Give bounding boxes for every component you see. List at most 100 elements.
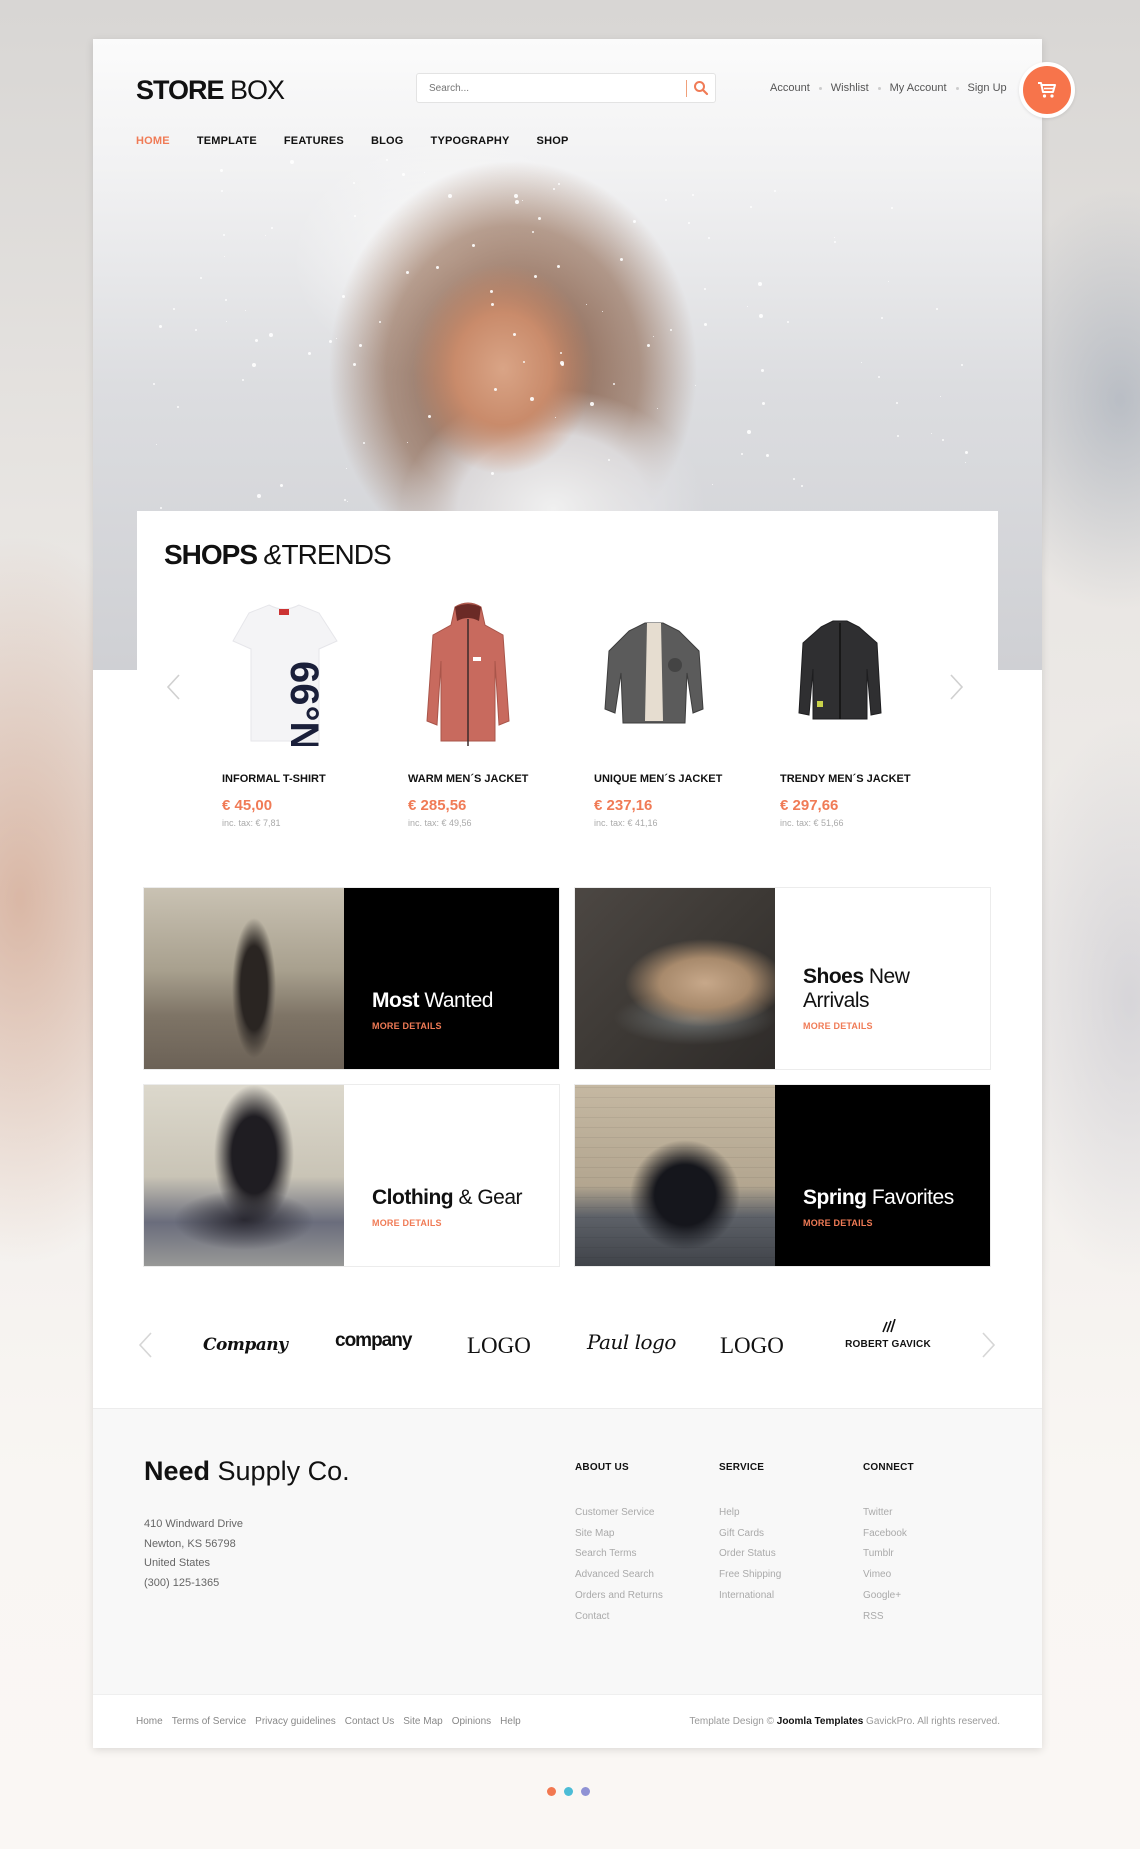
snowflake [861, 362, 862, 363]
more-details-link[interactable]: MORE DETAILS [803, 1021, 873, 1031]
snowflake [942, 439, 944, 441]
promo-shoes-new-arrivals[interactable]: Shoes New Arrivals MORE DETAILS [574, 887, 991, 1070]
snowflake [173, 308, 175, 310]
bottom-link-sitemap[interactable]: Site Map [403, 1716, 442, 1727]
brand-logo[interactable]: LOGO [467, 1333, 531, 1359]
promo-spring-favorites[interactable]: Spring Favorites MORE DETAILS [574, 1084, 991, 1267]
footer-link-tumblr[interactable]: Tumblr [863, 1544, 914, 1565]
carousel-prev-arrow-icon[interactable] [165, 673, 181, 701]
snowflake [329, 340, 332, 343]
product-image-grey-jacket[interactable] [589, 601, 719, 746]
product-image-tshirt[interactable]: 66°N [219, 601, 349, 746]
product-name[interactable]: UNIQUE MEN´S JACKET [594, 773, 722, 785]
bottom-link-contact[interactable]: Contact Us [345, 1716, 394, 1727]
snowflake [608, 459, 610, 461]
bottom-link-opinions[interactable]: Opinions [452, 1716, 491, 1727]
cart-button[interactable] [1019, 62, 1075, 118]
snowflake [280, 484, 283, 487]
snowflake [762, 402, 765, 405]
nav-template[interactable]: TEMPLATE [197, 135, 257, 147]
brand-logo[interactable]: Company [203, 1335, 288, 1355]
shops-trends-section: SHOPS &TRENDS 66°N INFORMAL T-SHIRT € 45… [137, 511, 998, 871]
logos-next-arrow-icon[interactable] [981, 1331, 997, 1359]
footer-link[interactable]: Search Terms [575, 1544, 663, 1565]
snowflake [252, 363, 256, 367]
footer-link[interactable]: Help [719, 1503, 781, 1524]
footer-link[interactable]: Free Shipping [719, 1565, 781, 1586]
footer-link[interactable]: Gift Cards [719, 1524, 781, 1545]
more-details-link[interactable]: MORE DETAILS [372, 1021, 442, 1031]
footer-link-google-plus[interactable]: Google+ [863, 1586, 914, 1607]
snowflake [530, 397, 534, 401]
snowflake [759, 314, 763, 318]
snowflake [555, 417, 556, 418]
carousel-next-arrow-icon[interactable] [949, 673, 965, 701]
snowflake [695, 385, 696, 386]
bottom-link-privacy[interactable]: Privacy guidelines [255, 1716, 336, 1727]
nav-home[interactable]: HOME [136, 135, 170, 147]
footer-column-service: SERVICE Help Gift Cards Order Status Fre… [719, 1462, 781, 1607]
promo-photo-man-sitting [575, 1085, 775, 1266]
snowflake [153, 383, 155, 385]
main-nav: HOME TEMPLATE FEATURES BLOG TYPOGRAPHY S… [136, 135, 596, 147]
footer-link[interactable]: Orders and Returns [575, 1586, 663, 1607]
brand-logo[interactable]: LOGO [720, 1333, 784, 1359]
footer-link[interactable]: Customer Service [575, 1503, 663, 1524]
column-title: SERVICE [719, 1462, 765, 1473]
snowflake [532, 231, 534, 233]
link-my-account[interactable]: My Account [890, 82, 947, 94]
pagination-dot[interactable] [547, 1787, 556, 1796]
bottom-link-help[interactable]: Help [500, 1716, 521, 1727]
footer-link[interactable]: Order Status [719, 1544, 781, 1565]
snowflake [586, 304, 587, 305]
product-name[interactable]: TRENDY MEN´S JACKET [780, 773, 911, 785]
footer-link[interactable]: Advanced Search [575, 1565, 663, 1586]
product-image-red-jacket[interactable] [403, 601, 533, 746]
link-account[interactable]: Account [770, 82, 810, 94]
nav-shop[interactable]: SHOP [537, 135, 569, 147]
brand-logo[interactable]: company [335, 1330, 412, 1352]
footer-link-rss[interactable]: RSS [863, 1607, 914, 1628]
snowflake [265, 235, 266, 236]
search-icon[interactable] [693, 80, 709, 96]
site-logo[interactable]: STORE BOX [136, 75, 285, 106]
snowflake [750, 206, 752, 208]
snowflake [834, 237, 835, 238]
snowflake [290, 160, 294, 164]
pagination-dot[interactable] [581, 1787, 590, 1796]
joomla-templates-link[interactable]: Joomla Templates [777, 1716, 864, 1727]
promo-clothing-gear[interactable]: Clothing & Gear MORE DETAILS [143, 1084, 560, 1267]
footer-link[interactable]: Contact [575, 1607, 663, 1628]
snowflake [553, 188, 555, 190]
snowflake [891, 207, 893, 209]
product-name[interactable]: INFORMAL T-SHIRT [222, 773, 326, 785]
bottom-link-terms[interactable]: Terms of Service [172, 1716, 246, 1727]
footer-link-facebook[interactable]: Facebook [863, 1524, 914, 1545]
snowflake [359, 344, 362, 347]
nav-blog[interactable]: BLOG [371, 135, 404, 147]
product-name[interactable]: WARM MEN´S JACKET [408, 773, 528, 785]
pagination-dot[interactable] [564, 1787, 573, 1796]
copyright-text: Template Design © Joomla Templates Gavic… [689, 1716, 1000, 1727]
nav-features[interactable]: FEATURES [284, 135, 344, 147]
search-input[interactable] [417, 74, 677, 102]
footer-company-name: Need Supply Co. [144, 1456, 350, 1486]
brand-logo-robert-gavick[interactable]: ROBERT GAVICK [843, 1319, 933, 1352]
footer-link[interactable]: Site Map [575, 1524, 663, 1545]
link-sign-up[interactable]: Sign Up [968, 82, 1007, 94]
more-details-link[interactable]: MORE DETAILS [372, 1218, 442, 1228]
logos-prev-arrow-icon[interactable] [137, 1331, 153, 1359]
footer-link[interactable]: International [719, 1586, 781, 1607]
snowflake [787, 321, 789, 323]
nav-typography[interactable]: TYPOGRAPHY [431, 135, 510, 147]
more-details-link[interactable]: MORE DETAILS [803, 1218, 873, 1228]
product-image-black-jacket[interactable] [775, 601, 905, 746]
brand-logo[interactable]: Paul logo [587, 1330, 676, 1354]
promo-most-wanted[interactable]: Most Wanted MORE DETAILS [143, 887, 560, 1070]
title-amp: & [257, 539, 283, 570]
footer-link-vimeo[interactable]: Vimeo [863, 1565, 914, 1586]
footer-link-twitter[interactable]: Twitter [863, 1503, 914, 1524]
bottom-link-home[interactable]: Home [136, 1716, 163, 1727]
snowflake [379, 321, 381, 323]
link-wishlist[interactable]: Wishlist [831, 82, 869, 94]
